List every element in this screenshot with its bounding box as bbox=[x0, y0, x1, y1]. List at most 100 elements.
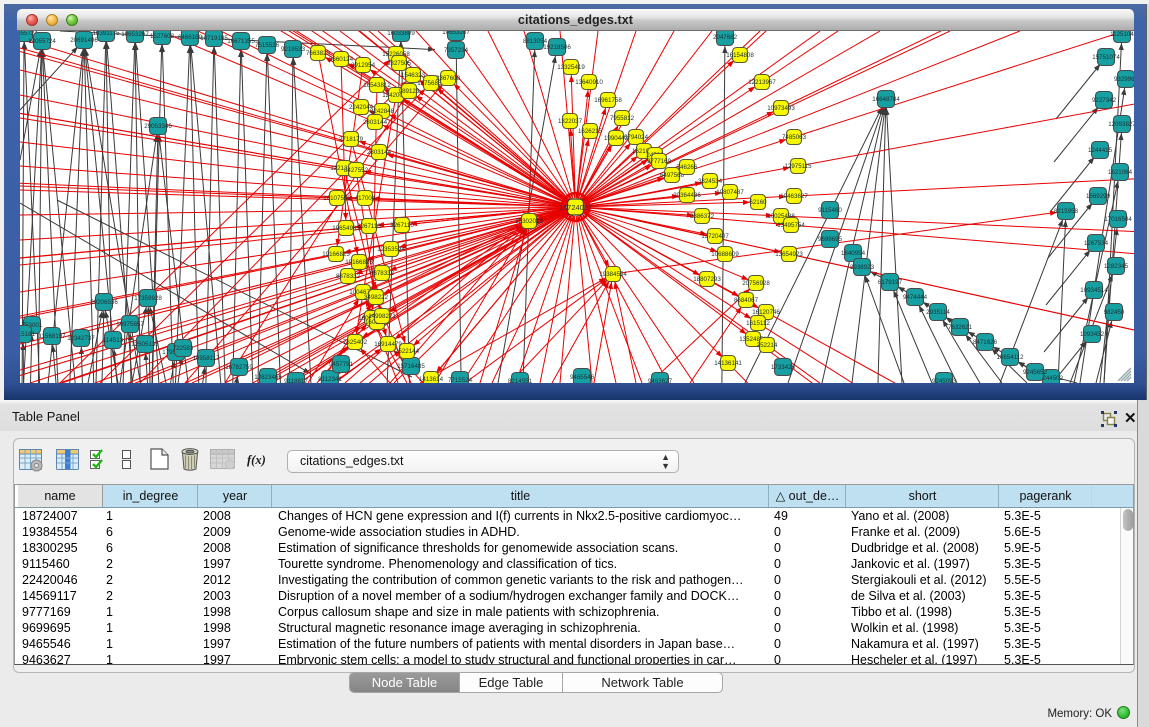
svg-text:20206536: 20206536 bbox=[90, 299, 118, 306]
svg-text:1640954: 1640954 bbox=[841, 250, 866, 257]
svg-text:9327505: 9327505 bbox=[387, 60, 412, 67]
svg-text:6794024: 6794024 bbox=[624, 134, 649, 141]
svg-text:1546323: 1546323 bbox=[401, 72, 426, 79]
svg-text:10934514: 10934514 bbox=[1080, 287, 1108, 294]
svg-text:16782759: 16782759 bbox=[225, 364, 253, 371]
svg-text:19654983: 19654983 bbox=[332, 225, 360, 232]
svg-text:3824534: 3824534 bbox=[698, 178, 723, 185]
svg-text:1626215: 1626215 bbox=[578, 128, 603, 135]
svg-text:9474444: 9474444 bbox=[903, 294, 928, 301]
svg-text:11568197: 11568197 bbox=[38, 333, 66, 340]
svg-text:9329966: 9329966 bbox=[1114, 76, 1134, 83]
svg-text:18391175: 18391175 bbox=[92, 31, 120, 37]
svg-text:3267110: 3267110 bbox=[390, 222, 414, 229]
svg-text:13640910: 13640910 bbox=[575, 79, 603, 86]
svg-text:10958117: 10958117 bbox=[192, 355, 220, 362]
svg-text:17016504: 17016504 bbox=[1104, 216, 1132, 223]
svg-text:16033809: 16033809 bbox=[387, 31, 415, 37]
svg-text:13325419: 13325419 bbox=[557, 64, 585, 71]
svg-text:12505135: 12505135 bbox=[131, 341, 159, 348]
svg-text:1125104: 1125104 bbox=[1110, 31, 1134, 38]
svg-text:13495754: 13495754 bbox=[777, 222, 805, 229]
svg-text:29053346: 29053346 bbox=[144, 123, 172, 130]
svg-text:9115460: 9115460 bbox=[818, 207, 842, 214]
svg-text:6466160: 6466160 bbox=[178, 34, 203, 41]
svg-text:417004: 417004 bbox=[355, 195, 376, 202]
svg-text:989123: 989123 bbox=[399, 88, 420, 95]
svg-text:7515526: 7515526 bbox=[255, 42, 280, 49]
svg-text:9465546: 9465546 bbox=[570, 374, 595, 381]
svg-text:10653267: 10653267 bbox=[121, 31, 149, 38]
svg-text:2386372: 2386372 bbox=[690, 213, 715, 220]
svg-text:7485063: 7485063 bbox=[782, 134, 807, 141]
svg-text:16154808: 16154808 bbox=[726, 52, 754, 59]
svg-text:1569299: 1569299 bbox=[1086, 193, 1111, 200]
svg-text:2803144: 2803144 bbox=[363, 119, 388, 126]
svg-text:982450: 982450 bbox=[1104, 309, 1125, 316]
svg-text:7955812: 7955812 bbox=[610, 115, 635, 122]
svg-text:12093827: 12093827 bbox=[1108, 121, 1134, 128]
svg-text:10973493: 10973493 bbox=[767, 105, 795, 112]
svg-text:12975115: 12975115 bbox=[784, 163, 812, 170]
svg-text:746266: 746266 bbox=[677, 164, 698, 171]
svg-text:722583: 722583 bbox=[173, 345, 194, 352]
svg-text:252214: 252214 bbox=[757, 342, 778, 349]
svg-text:14998221: 14998221 bbox=[368, 313, 396, 320]
svg-text:3498222: 3498222 bbox=[364, 294, 389, 301]
svg-text:1527602: 1527602 bbox=[150, 33, 175, 40]
svg-text:62160: 62160 bbox=[749, 199, 767, 206]
svg-text:8215958: 8215958 bbox=[1054, 208, 1079, 215]
svg-text:19384554: 19384554 bbox=[599, 271, 627, 278]
svg-text:10975857: 10975857 bbox=[116, 321, 144, 328]
svg-text:18807293: 18807293 bbox=[693, 276, 721, 283]
svg-text:7357234: 7357234 bbox=[444, 47, 469, 54]
svg-text:2935114: 2935114 bbox=[926, 309, 950, 316]
svg-text:7663822: 7663822 bbox=[306, 50, 331, 57]
svg-text:10654112: 10654112 bbox=[996, 354, 1024, 361]
svg-text:16543812: 16543812 bbox=[363, 82, 391, 89]
svg-text:9118817: 9118817 bbox=[284, 378, 308, 383]
svg-text:114513: 114513 bbox=[103, 337, 124, 344]
svg-text:19218506: 19218506 bbox=[543, 44, 571, 51]
svg-text:8684067: 8684067 bbox=[734, 297, 759, 304]
svg-text:13654923: 13654923 bbox=[775, 251, 803, 258]
svg-text:16648784: 16648784 bbox=[872, 96, 900, 103]
svg-text:20691406: 20691406 bbox=[70, 37, 98, 44]
svg-text:1615112: 1615112 bbox=[746, 320, 770, 327]
svg-text:7632621: 7632621 bbox=[948, 324, 973, 331]
svg-text:9777169: 9777169 bbox=[647, 158, 672, 165]
svg-text:8214551: 8214551 bbox=[508, 378, 533, 383]
svg-text:1244415: 1244415 bbox=[1088, 147, 1113, 154]
svg-text:10688609: 10688609 bbox=[711, 251, 739, 258]
svg-text:9457791: 9457791 bbox=[329, 361, 354, 368]
svg-text:1413614: 1413614 bbox=[419, 376, 444, 383]
svg-text:f(x): f(x) bbox=[247, 453, 266, 467]
svg-text:9245652: 9245652 bbox=[1023, 369, 1048, 376]
svg-text:10463627: 10463627 bbox=[780, 193, 808, 200]
svg-text:1621064: 1621064 bbox=[1108, 169, 1133, 176]
svg-text:8112341: 8112341 bbox=[318, 376, 342, 383]
svg-text:2718179: 2718179 bbox=[339, 136, 364, 143]
svg-text:15716485: 15716485 bbox=[397, 363, 425, 370]
svg-text:8938923: 8938923 bbox=[850, 264, 875, 271]
svg-text:20756928: 20756928 bbox=[742, 280, 770, 287]
svg-text:19166825: 19166825 bbox=[345, 259, 373, 266]
svg-text:9463627: 9463627 bbox=[648, 378, 673, 383]
svg-text:12823466: 12823466 bbox=[254, 374, 282, 381]
svg-text:16107553: 16107553 bbox=[323, 195, 351, 202]
svg-text:9227342: 9227342 bbox=[1092, 97, 1117, 104]
svg-text:7715524: 7715524 bbox=[448, 377, 473, 383]
svg-text:14136141: 14136141 bbox=[714, 360, 742, 367]
svg-text:6179197: 6179197 bbox=[878, 279, 903, 286]
svg-text:1267534: 1267534 bbox=[1084, 240, 1109, 247]
svg-text:16671355: 16671355 bbox=[227, 38, 255, 45]
svg-text:1093452: 1093452 bbox=[1080, 331, 1105, 338]
svg-text:8878332: 8878332 bbox=[370, 270, 395, 277]
svg-text:8427552: 8427552 bbox=[344, 167, 369, 174]
svg-text:1322037: 1322037 bbox=[558, 118, 583, 125]
svg-text:12353594: 12353594 bbox=[377, 246, 405, 253]
svg-text:8878332: 8878332 bbox=[336, 273, 361, 280]
svg-text:3267110: 3267110 bbox=[357, 223, 381, 230]
svg-text:9699695: 9699695 bbox=[818, 236, 843, 243]
svg-text:2367608: 2367608 bbox=[436, 75, 461, 82]
